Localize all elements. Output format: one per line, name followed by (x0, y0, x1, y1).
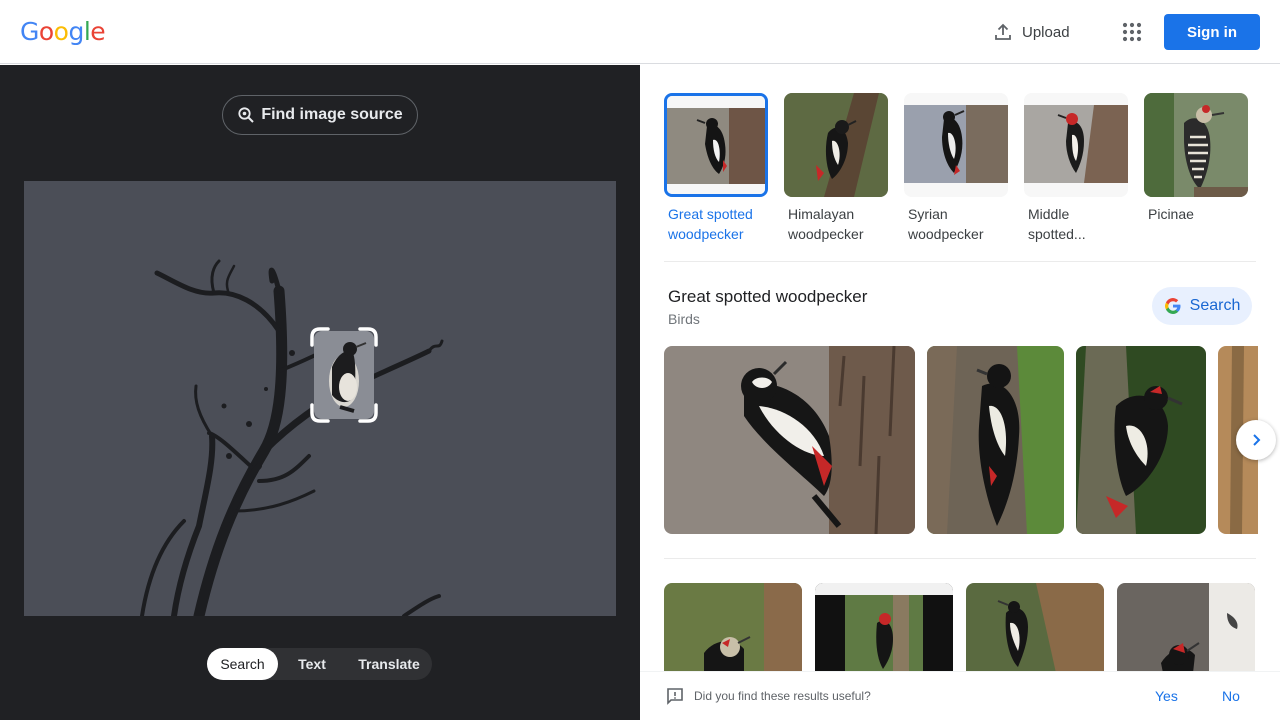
upload-button[interactable]: Upload (993, 20, 1070, 44)
google-g-icon (1164, 298, 1181, 314)
entity-chip-label: Middle spotted... (1028, 206, 1086, 242)
entity-chip-label: Himalayan woodpecker (788, 206, 864, 242)
knowledge-image-row (664, 346, 1258, 534)
entity-chip[interactable]: Himalayan woodpecker (784, 93, 888, 244)
entity-chip-label: Syrian woodpecker (908, 206, 984, 242)
divider (664, 261, 1256, 262)
upload-label: Upload (1022, 23, 1070, 41)
knowledge-image[interactable] (664, 346, 915, 534)
woodpecker-photo (815, 583, 953, 673)
visual-match-image[interactable] (1117, 583, 1255, 673)
results-panel: Great spotted woodpecker Himalayan woodp… (640, 65, 1280, 720)
feedback-bar: Did you find these results useful? Yes N… (640, 671, 1280, 720)
feedback-icon (667, 688, 683, 705)
mode-switcher: Search Text Translate (207, 648, 432, 680)
woodpecker-photo (1117, 583, 1255, 673)
entity-chip[interactable]: Picinae (1144, 93, 1248, 244)
mode-translate-tab[interactable]: Translate (346, 648, 432, 680)
knowledge-search-label: Search (1189, 297, 1241, 314)
apps-button[interactable] (1120, 20, 1144, 44)
knowledge-search-button[interactable]: Search (1152, 287, 1252, 325)
feedback-no-button[interactable]: No (1222, 688, 1240, 704)
woodpecker-photo (927, 346, 1064, 534)
entity-chip[interactable]: Middle spotted... (1024, 93, 1128, 244)
knowledge-subtitle: Birds (668, 311, 700, 327)
entity-chip-thumbnail (1144, 93, 1248, 197)
logo-letter: o (53, 17, 69, 46)
upload-icon (995, 23, 1011, 40)
visual-matches-grid (664, 583, 1255, 673)
find-image-source-button[interactable]: Find image source (222, 95, 418, 135)
woodpecker-thumbnail (784, 93, 888, 197)
knowledge-title: Great spotted woodpecker (668, 287, 868, 306)
woodpecker-photo (664, 583, 802, 673)
entity-chip-label: Great spotted woodpecker (668, 206, 753, 242)
woodpecker-photo (1076, 346, 1206, 534)
visual-match-image[interactable] (966, 583, 1104, 673)
woodpecker-photo (966, 583, 1104, 673)
logo-letter: o (38, 17, 54, 46)
source-image-panel: Find image source Search Text Translate (0, 65, 640, 720)
entity-chip-thumbnail (664, 93, 768, 197)
woodpecker-photo (664, 346, 915, 534)
entity-chip-thumbnail (784, 93, 888, 197)
entity-chip-thumbnail (1024, 93, 1128, 197)
divider (664, 558, 1256, 559)
next-images-button[interactable] (1236, 420, 1276, 460)
entity-chip-row: Great spotted woodpecker Himalayan woodp… (664, 93, 1248, 244)
logo-letter: e (90, 17, 106, 46)
entity-chip[interactable]: Syrian woodpecker (904, 93, 1008, 244)
feedback-yes-button[interactable]: Yes (1155, 688, 1178, 704)
logo-letter: g (68, 17, 84, 46)
woodpecker-thumbnail (1024, 93, 1128, 197)
lens-search-icon (238, 107, 255, 123)
sign-in-button[interactable]: Sign in (1164, 14, 1260, 50)
logo-letter: G (20, 17, 39, 46)
woodpecker-thumbnail (904, 93, 1008, 197)
uploaded-photo[interactable] (24, 181, 616, 616)
knowledge-image[interactable] (1076, 346, 1206, 534)
google-logo[interactable]: Google (20, 17, 106, 46)
entity-chip[interactable]: Great spotted woodpecker (664, 93, 768, 244)
apps-grid-icon (1122, 22, 1142, 42)
visual-match-image[interactable] (664, 583, 802, 673)
top-header: Google Upload Sign in (0, 0, 1280, 64)
find-image-source-label: Find image source (261, 106, 403, 123)
mode-text-tab[interactable]: Text (278, 648, 346, 680)
visual-match-image[interactable] (815, 583, 953, 673)
mode-search-tab[interactable]: Search (207, 648, 278, 680)
entity-chip-label: Picinae (1148, 206, 1194, 222)
feedback-question: Did you find these results useful? (694, 689, 871, 703)
entity-chip-thumbnail (904, 93, 1008, 197)
crop-selection-box[interactable] (310, 327, 378, 423)
chevron-right-icon (1253, 434, 1261, 446)
cropped-bird-preview (310, 327, 378, 423)
woodpecker-thumbnail (667, 96, 765, 194)
woodpecker-thumbnail (1144, 93, 1248, 197)
knowledge-image[interactable] (927, 346, 1064, 534)
